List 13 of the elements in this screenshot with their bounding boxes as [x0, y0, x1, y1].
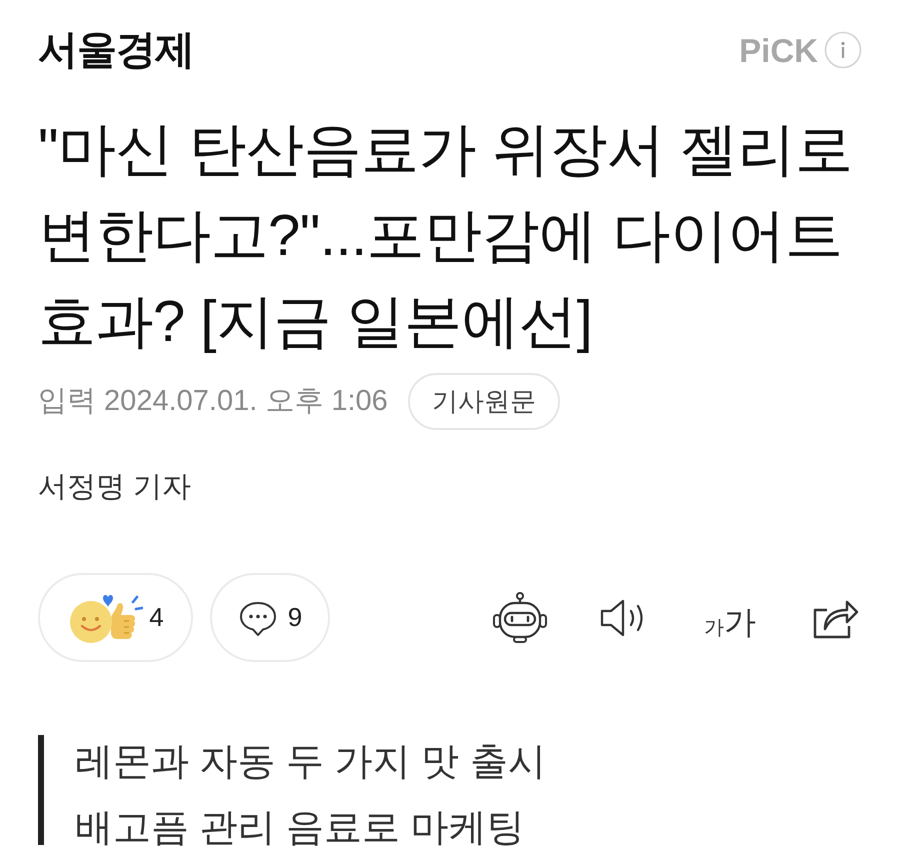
publish-date: 입력 2024.07.01. 오후 1:06 [38, 387, 388, 416]
press-logo[interactable]: 서울경제 [38, 30, 194, 70]
robot-icon [492, 590, 548, 644]
reaction-button[interactable]: 4 [38, 573, 193, 662]
reporter-byline: 서정명 기자 [38, 470, 192, 505]
info-icon[interactable] [824, 31, 862, 69]
summary-line: 배고픔 관리 음료로 마케팅 [75, 806, 526, 851]
pick-label: PiCK [739, 34, 818, 66]
article-headline: "마신 탄산음료가 위장서 젤리로 변한다고?"...포만감에 다이어트 효과? [지금 일본에선] [38, 116, 854, 356]
summary-line: 레몬과 자동 두 가지 맛 출시 [75, 740, 546, 785]
font-size-button[interactable]: 가가 [695, 588, 765, 648]
original-article-button[interactable]: 기사원문 [408, 373, 560, 430]
comment-button[interactable]: 9 [210, 573, 330, 662]
